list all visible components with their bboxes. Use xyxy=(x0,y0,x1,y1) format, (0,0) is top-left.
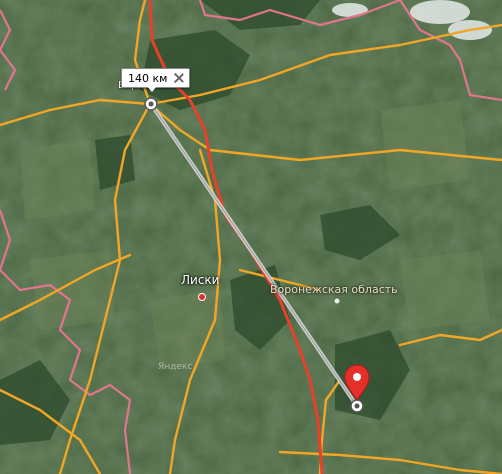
close-icon[interactable] xyxy=(173,72,185,84)
city-label-liski[interactable]: Лиски xyxy=(181,273,219,287)
region-dot-icon xyxy=(334,298,340,304)
ruler-distance-label: 140 км xyxy=(128,71,168,85)
city-dot-icon xyxy=(198,293,206,301)
ruler-end-point-icon[interactable] xyxy=(350,399,364,413)
ruler-point-icon[interactable] xyxy=(144,97,158,111)
satellite-map[interactable] xyxy=(0,0,502,474)
region-label: Воронежская область xyxy=(270,283,398,296)
map-watermark: Яндекс xyxy=(158,362,193,372)
ruler-distance-tooltip: 140 км xyxy=(121,68,191,88)
ruler-tooltip-tail xyxy=(147,86,157,92)
map-texture xyxy=(0,0,502,474)
